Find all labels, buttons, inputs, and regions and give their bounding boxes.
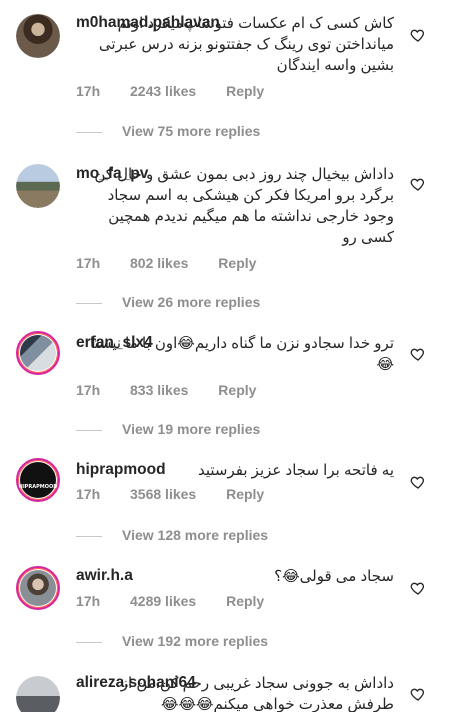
avatar[interactable]: HIPRAPMOOD [16,458,60,502]
comment-text: کاش کسی ک ام عکسات فتوشاپ‌میکرد اونم میا… [76,13,394,76]
heart-outline-icon[interactable] [410,176,426,192]
view-replies-button[interactable]: View 26 more replies [76,294,260,310]
comment: alireza.sohani64 داداش به جوونی سجاد غری… [0,664,450,712]
replies-divider [76,302,102,304]
avatar[interactable] [16,331,60,375]
view-replies-button[interactable]: View 128 more replies [76,527,268,543]
comment-likes[interactable]: 3568 likes [130,486,196,502]
view-replies-label: View 192 more replies [122,633,269,649]
avatar[interactable] [16,164,60,208]
comment-likes[interactable]: 2243 likes [130,83,196,99]
comment-text: ترو خدا سجادو نزن ما گناه داریم😂اون با م… [76,333,394,375]
comment-time: 17h [76,255,101,271]
comment-meta: 17h 3568 likes Reply [76,486,264,502]
comment-meta: 17h 802 likes Reply [76,255,256,271]
comment-likes[interactable]: 802 likes [130,255,188,271]
comment-likes[interactable]: 4289 likes [130,593,196,609]
comment-text: سجاد می قولی😂؟ [76,566,394,587]
comment-meta: 17h 833 likes Reply [76,382,256,398]
reply-button[interactable]: Reply [226,486,264,502]
heart-outline-icon[interactable] [410,474,426,490]
comment-text-content: داداش به جوونی سجاد غریبی رحم کن.من از ط… [120,675,394,712]
comment-text-content: ترو خدا سجادو نزن ما گناه داریم😂اون با م… [89,335,394,373]
comment-text-content: یه فاتحه برا سجاد عزیز بفرستید [197,462,394,479]
avatar-logo-text: HIPRAPMOOD [18,484,58,490]
replies-divider [76,641,102,643]
view-replies-label: View 75 more replies [122,123,261,139]
comment-likes[interactable]: 833 likes [130,382,188,398]
reply-button[interactable]: Reply [226,83,264,99]
heart-outline-icon[interactable] [410,27,426,43]
comment-time: 17h [76,593,101,609]
avatar[interactable] [16,14,60,58]
reply-button[interactable]: Reply [226,593,264,609]
reply-button[interactable]: Reply [218,382,256,398]
avatar[interactable] [16,676,60,712]
view-replies-button[interactable]: View 75 more replies [76,123,260,139]
comment-meta: 17h 4289 likes Reply [76,593,264,609]
comment-time: 17h [76,486,101,502]
view-replies-label: View 26 more replies [122,294,261,310]
comment-time: 17h [76,382,101,398]
view-replies-button[interactable]: View 19 more replies [76,421,260,437]
view-replies-label: View 128 more replies [122,527,269,543]
comment-text-content: سجاد می قولی😂؟ [274,568,394,585]
comment-text: یه فاتحه برا سجاد عزیز بفرستید [76,460,394,481]
replies-divider [76,535,102,537]
comment-text-content: داداش بیخیال چند روز دبی بمون عشق و حال … [94,166,394,246]
heart-outline-icon[interactable] [410,686,426,702]
heart-outline-icon[interactable] [410,346,426,362]
replies-divider [76,429,102,431]
reply-button[interactable]: Reply [218,255,256,271]
comment-time: 17h [76,83,101,99]
comment-meta: 17h 2243 likes Reply [76,83,264,99]
view-replies-button[interactable]: View 192 more replies [76,633,268,649]
replies-divider [76,131,102,133]
heart-outline-icon[interactable] [410,580,426,596]
view-replies-label: View 19 more replies [122,421,261,437]
avatar[interactable] [16,566,60,610]
comment-text: داداش بیخیال چند روز دبی بمون عشق و حال … [76,164,394,248]
comment-text: داداش به جوونی سجاد غریبی رحم کن.من از ط… [76,673,394,712]
comment-text-content: کاش کسی ک ام عکسات فتوشاپ‌میکرد اونم میا… [98,15,394,74]
